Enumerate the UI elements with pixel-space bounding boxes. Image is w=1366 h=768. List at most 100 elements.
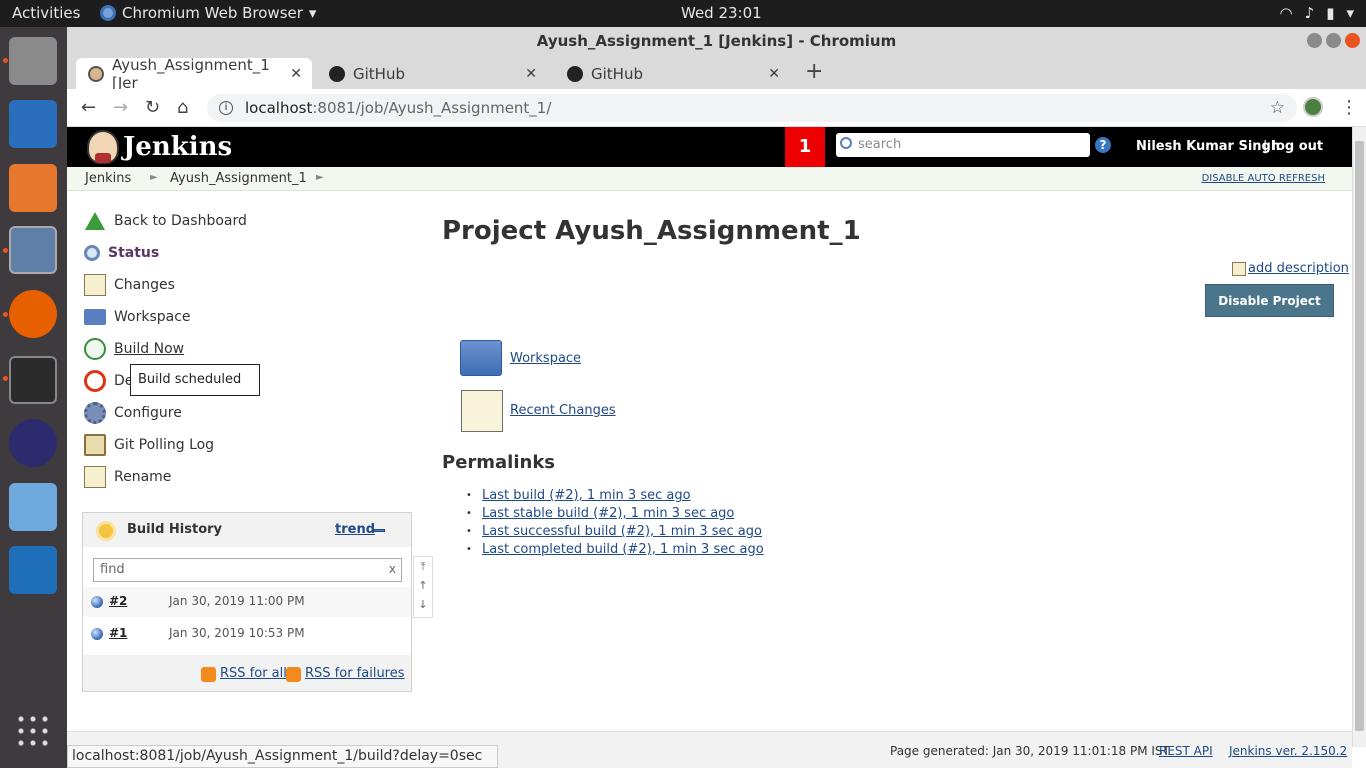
jenkins-title: Jenkins bbox=[123, 132, 233, 162]
help-icon[interactable]: ? bbox=[1095, 137, 1111, 153]
clear-find-icon[interactable]: x bbox=[389, 562, 396, 576]
jenkins-version-link[interactable]: Jenkins ver. 2.150.2 bbox=[1229, 744, 1347, 758]
task-delete-project[interactable]: De bbox=[84, 368, 133, 394]
jenkins-logo[interactable]: Jenkins bbox=[87, 130, 232, 164]
new-tab-icon[interactable]: + bbox=[805, 59, 823, 84]
close-tab-icon[interactable]: ✕ bbox=[768, 66, 780, 82]
permalink-item[interactable]: Last successful build (#2), 1 min 3 sec … bbox=[466, 524, 764, 542]
chromium-dock-icon[interactable] bbox=[9, 226, 57, 274]
trend-link[interactable]: trend bbox=[335, 522, 375, 537]
window-controls bbox=[1307, 33, 1360, 48]
vscode-icon[interactable] bbox=[9, 546, 57, 594]
notepad-icon[interactable] bbox=[461, 390, 503, 432]
rss-icon[interactable] bbox=[286, 667, 301, 682]
firefox-icon[interactable] bbox=[9, 290, 57, 338]
add-description-link[interactable]: add description bbox=[1232, 261, 1349, 276]
clock-icon bbox=[84, 338, 106, 360]
breadcrumb-project[interactable]: Ayush_Assignment_1 bbox=[170, 171, 307, 186]
task-rename[interactable]: Rename bbox=[84, 464, 171, 490]
app-menu-label: Chromium Web Browser bbox=[122, 4, 303, 22]
software-center-icon[interactable] bbox=[9, 164, 57, 212]
clock[interactable]: Wed 23:01 bbox=[681, 4, 762, 22]
tab-github[interactable]: GitHub ✕ bbox=[317, 58, 547, 89]
profile-avatar[interactable] bbox=[1303, 97, 1323, 117]
tab-jenkins[interactable]: Ayush_Assignment_1 [Jer ✕ bbox=[76, 56, 312, 92]
breadcrumb-jenkins[interactable]: Jenkins bbox=[85, 171, 131, 186]
workspace-folder-icon[interactable] bbox=[460, 340, 502, 376]
permalink-label: Last stable build (#2), 1 min 3 sec ago bbox=[482, 506, 735, 521]
page-up-icon[interactable]: ↑ bbox=[414, 576, 432, 595]
browser-menu-icon[interactable]: ⋮ bbox=[1340, 97, 1358, 118]
maximize-icon[interactable] bbox=[1326, 33, 1341, 48]
wifi-icon[interactable]: ◠ bbox=[1280, 4, 1293, 22]
forward-icon[interactable]: → bbox=[113, 97, 128, 118]
virtualbox-icon[interactable] bbox=[9, 483, 57, 531]
notification-badge[interactable]: 1 bbox=[785, 127, 825, 167]
task-status[interactable]: Status bbox=[84, 240, 159, 266]
notepad-icon bbox=[84, 274, 106, 296]
close-tab-icon[interactable]: ✕ bbox=[290, 66, 302, 82]
task-build-now[interactable]: Build Now bbox=[84, 336, 184, 362]
activities-button[interactable]: Activities bbox=[12, 4, 80, 22]
find-input[interactable]: find x bbox=[93, 558, 402, 582]
show-applications-icon[interactable] bbox=[15, 713, 51, 749]
disable-auto-refresh-link[interactable]: DISABLE AUTO REFRESH bbox=[1202, 173, 1325, 184]
rss-all-link[interactable]: RSS for all bbox=[220, 666, 287, 681]
build-number-link[interactable]: #2 bbox=[109, 594, 127, 608]
user-name-link[interactable]: Nilesh Kumar Singh bbox=[1136, 139, 1280, 154]
task-back-to-dashboard[interactable]: Back to Dashboard bbox=[84, 208, 247, 234]
permalink-item[interactable]: Last completed build (#2), 1 min 3 sec a… bbox=[466, 542, 764, 560]
disable-project-button[interactable]: Disable Project bbox=[1205, 284, 1334, 317]
home-icon[interactable]: ⌂ bbox=[177, 97, 188, 118]
page-title: Project Ayush_Assignment_1 bbox=[442, 216, 861, 246]
page-down-icon[interactable]: ↓ bbox=[414, 595, 432, 614]
running-indicator bbox=[3, 312, 8, 317]
battery-icon[interactable]: ▮ bbox=[1326, 4, 1334, 22]
rss-icon[interactable] bbox=[201, 667, 216, 682]
bookmark-star-icon[interactable]: ☆ bbox=[1270, 98, 1285, 118]
address-bar[interactable]: i localhost :8081/job/Ayush_Assignment_1… bbox=[207, 94, 1297, 122]
close-icon[interactable] bbox=[1345, 33, 1360, 48]
site-info-icon[interactable]: i bbox=[219, 101, 233, 115]
system-tray[interactable]: ◠ ♪ ▮ ▾ bbox=[1280, 4, 1354, 22]
close-tab-icon[interactable]: ✕ bbox=[525, 66, 537, 82]
permalink-item[interactable]: Last build (#2), 1 min 3 sec ago bbox=[466, 488, 764, 506]
app-menu[interactable]: Chromium Web Browser ▾ bbox=[100, 4, 316, 22]
breadcrumb-separator-icon[interactable]: ► bbox=[150, 172, 158, 183]
task-changes[interactable]: Changes bbox=[84, 272, 175, 298]
scrollbar-thumb[interactable] bbox=[1355, 141, 1364, 731]
page-scrollbar[interactable] bbox=[1352, 127, 1366, 747]
volume-icon[interactable]: ♪ bbox=[1305, 4, 1315, 22]
breadcrumb-separator-icon[interactable]: ► bbox=[316, 172, 324, 183]
task-git-polling-log[interactable]: Git Polling Log bbox=[84, 432, 214, 458]
minimize-icon[interactable] bbox=[1307, 33, 1322, 48]
permalink-item[interactable]: Last stable build (#2), 1 min 3 sec ago bbox=[466, 506, 764, 524]
build-number-link[interactable]: #1 bbox=[109, 626, 127, 640]
eclipse-icon[interactable] bbox=[9, 419, 57, 467]
back-icon[interactable]: ← bbox=[81, 97, 96, 118]
tab-github[interactable]: GitHub ✕ bbox=[555, 58, 790, 89]
search-input[interactable]: search bbox=[836, 133, 1090, 157]
reload-icon[interactable]: ↻ bbox=[145, 97, 160, 118]
task-configure[interactable]: Configure bbox=[84, 400, 182, 426]
writer-icon[interactable] bbox=[9, 100, 57, 148]
rest-api-link[interactable]: REST API bbox=[1159, 744, 1213, 758]
logout-link[interactable]: | log out bbox=[1263, 139, 1323, 154]
page-first-icon[interactable]: ⤒ bbox=[414, 557, 432, 576]
github-favicon-icon bbox=[329, 65, 345, 82]
build-history-widget: Build History trend find x #2 Jan 30, 20… bbox=[82, 512, 412, 692]
build-row: #2 Jan 30, 2019 11:00 PM bbox=[83, 587, 411, 617]
workspace-link[interactable]: Workspace bbox=[510, 351, 581, 366]
collapse-icon[interactable] bbox=[373, 529, 385, 532]
task-label: Status bbox=[108, 245, 160, 261]
running-indicator bbox=[3, 248, 8, 253]
task-label: Build Now bbox=[114, 341, 185, 357]
search-placeholder: search bbox=[858, 137, 902, 152]
chevron-down-icon[interactable]: ▾ bbox=[1346, 4, 1354, 22]
no-entry-icon bbox=[84, 370, 106, 392]
recent-changes-link[interactable]: Recent Changes bbox=[510, 403, 616, 418]
rss-failures-link[interactable]: RSS for failures bbox=[305, 666, 405, 681]
terminal-icon[interactable] bbox=[9, 356, 57, 404]
task-workspace[interactable]: Workspace bbox=[84, 304, 191, 330]
files-icon[interactable] bbox=[9, 37, 57, 85]
